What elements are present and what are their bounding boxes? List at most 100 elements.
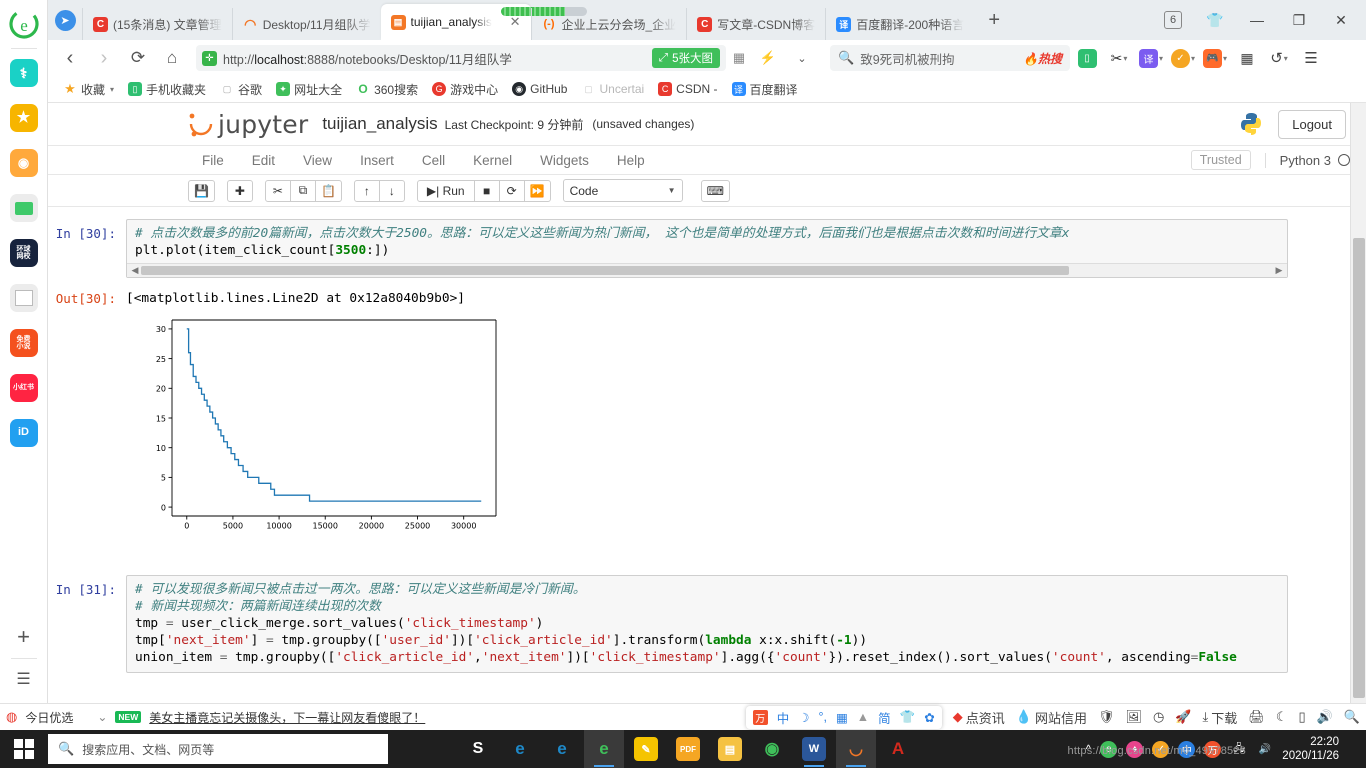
game-tool-icon[interactable]: 🎮 ▾	[1200, 43, 1230, 73]
insert-cell-button[interactable]: ✚	[226, 179, 253, 202]
ime-keyboard-icon[interactable]: ▦	[836, 710, 848, 725]
ime-user-icon[interactable]: ▲	[857, 710, 869, 724]
bookmark-mobile[interactable]: ▯ 手机收藏夹	[123, 79, 211, 100]
shield-icon[interactable]: 🛡	[1098, 709, 1115, 725]
bookmark-hao123[interactable]: ✦ 网址大全	[271, 79, 347, 100]
taskbar-app-wechat[interactable]: ◉	[752, 730, 792, 768]
ime-skin-icon[interactable]: 👕	[900, 710, 916, 725]
tab-counter[interactable]: 6	[1152, 0, 1194, 40]
add-sidebar-item-button[interactable]: +	[17, 624, 30, 650]
sidebar-item-weibo[interactable]: ◉	[9, 149, 38, 177]
ime-moon-icon[interactable]: ☽	[798, 710, 809, 725]
code-editor-2[interactable]: # 可以发现很多新闻只被点击过一两次。思路：可以定义这些新闻是冷门新闻。 # 新…	[126, 575, 1288, 673]
forward-icon[interactable]: ›	[88, 43, 120, 73]
restart-kernel-button[interactable]: ⟳	[498, 179, 525, 202]
tray-volume-icon[interactable]: 🔊	[1256, 741, 1273, 758]
taskbar-app-360browser[interactable]: e	[584, 730, 624, 768]
sidebar-item-word[interactable]	[9, 284, 38, 312]
bookmark-uncertainty[interactable]: ▢ Uncertai	[576, 80, 649, 98]
taskbar-app-editor[interactable]: ✎	[626, 730, 666, 768]
browser-tab-2-active[interactable]: ▤ tuijian_analysis ✕	[380, 4, 587, 40]
tab-nav-button[interactable]: ➤	[48, 0, 82, 40]
menu-view[interactable]: View	[289, 153, 346, 168]
taskbar-app-word[interactable]: W	[794, 730, 834, 768]
moon-icon[interactable]: ☾	[1276, 709, 1288, 725]
minimize-button[interactable]: —	[1236, 0, 1278, 40]
close-window-button[interactable]: ✕	[1320, 0, 1362, 40]
interrupt-kernel-button[interactable]: ■	[473, 179, 500, 202]
lightning-icon[interactable]: ⚡	[752, 43, 784, 73]
notebook-name[interactable]: tuijian_analysis	[322, 114, 437, 134]
sound-icon[interactable]: 🔊	[1317, 709, 1333, 725]
bookmark-360search[interactable]: O 360搜索	[351, 79, 423, 100]
maximize-button[interactable]: ❐	[1278, 0, 1320, 40]
website-credit-item[interactable]: 💧 网站信用	[1016, 708, 1087, 727]
news-headline-link[interactable]: 美女主播竟忘记关摄像头，下一幕让网友看傻眼了！	[149, 709, 425, 726]
sidebar-item-wangxiao[interactable]: 环球 网校	[9, 239, 38, 267]
menu-widgets[interactable]: Widgets	[526, 153, 603, 168]
sidebar-item-novel[interactable]: 免费 小说	[9, 329, 38, 357]
browser-tab-1[interactable]: ◠ Desktop/11月组队学	[231, 8, 381, 40]
command-palette-button[interactable]: ⌨	[700, 179, 730, 202]
scroll-left-icon[interactable]: ◀	[129, 265, 141, 276]
save-button[interactable]: 💾	[188, 179, 215, 202]
bookmark-csdn[interactable]: C CSDN -	[653, 80, 722, 98]
taskbar-clock[interactable]: 22:20 2020/11/26	[1282, 735, 1343, 763]
trusted-badge[interactable]: Trusted	[1190, 150, 1251, 170]
book-icon[interactable]: ▯	[1072, 43, 1102, 73]
sidebar-list-icon[interactable]: ☰	[16, 669, 30, 689]
bookmark-game-center[interactable]: G 游戏中心	[427, 79, 503, 100]
expand-chevron-icon[interactable]: ⌄	[97, 710, 107, 724]
menu-help[interactable]: Help	[603, 153, 659, 168]
taskbar-app-s[interactable]: S	[458, 730, 498, 768]
apps-grid-icon[interactable]: ▦	[1232, 43, 1262, 73]
browser-tab-0[interactable]: C (15条消息) 文章管理	[82, 8, 232, 40]
scroll-track[interactable]	[141, 266, 1273, 275]
search-icon[interactable]: 🔍	[1344, 709, 1360, 725]
ime-mode-button[interactable]: 中	[777, 708, 790, 727]
browser-tab-3[interactable]: (-) 企业上云分会场_企业	[530, 8, 687, 40]
speed-icon[interactable]: ◷	[1153, 709, 1164, 725]
sidebar-item-xiaohongshu[interactable]: 小红书	[9, 374, 38, 402]
code-editor[interactable]: # 点击次数最多的前20篇新闻，点击次数大于2500。思路：可以定义这些新闻为热…	[126, 219, 1288, 278]
translate-icon[interactable]: 译 ▾	[1136, 43, 1166, 73]
address-bar[interactable]: ✛ http://localhost:8888/notebooks/Deskto…	[196, 45, 726, 71]
cut-button[interactable]: ✂	[264, 179, 291, 202]
sidebar-item-lanxiong[interactable]: ⚕	[9, 59, 38, 87]
restart-run-all-button[interactable]: ⏩	[523, 179, 551, 202]
taskbar-app-explorer[interactable]: ▤	[710, 730, 750, 768]
back-icon[interactable]: ‹	[54, 43, 86, 73]
taskbar-app-jupyter[interactable]: ◡	[836, 730, 876, 768]
download-item[interactable]: ⤓ 下载	[1203, 708, 1238, 727]
taskbar-app-ie[interactable]: e	[542, 730, 582, 768]
menu-cell[interactable]: Cell	[408, 153, 459, 168]
jupyter-logo[interactable]: jupyter	[188, 110, 308, 139]
start-button[interactable]	[0, 730, 48, 768]
new-tab-button[interactable]: +	[974, 0, 1014, 40]
sidebar-item-mail[interactable]	[9, 194, 38, 222]
skin-icon[interactable]: 👕	[1194, 0, 1236, 40]
shield-tool-icon[interactable]: ✓ ▾	[1168, 43, 1198, 73]
kernel-indicator[interactable]: Python 3	[1264, 152, 1350, 168]
menu-edit[interactable]: Edit	[238, 153, 289, 168]
rocket-icon[interactable]: 🚀	[1175, 709, 1191, 725]
logout-button[interactable]: Logout	[1278, 109, 1346, 139]
ime-punctuation-icon[interactable]: °,	[819, 710, 827, 724]
menu-insert[interactable]: Insert	[346, 153, 408, 168]
bookmark-google[interactable]: ▢ 谷歌	[215, 79, 267, 100]
qr-code-icon[interactable]: ▦	[728, 50, 750, 66]
taskbar-app-acrobat[interactable]: A	[878, 730, 918, 768]
show-desktop-button[interactable]	[1352, 742, 1358, 756]
run-button[interactable]: ▶| Run	[416, 179, 475, 202]
move-cell-down-button[interactable]: ↓	[378, 179, 405, 202]
bookmark-baidu-fanyi[interactable]: 译 百度翻译	[727, 79, 803, 100]
reload-icon[interactable]: ⟳	[122, 43, 154, 73]
bookmark-favorites[interactable]: ★ 收藏 ▾	[58, 79, 119, 100]
print-icon[interactable]: 🖨	[1248, 709, 1265, 725]
taskbar-app-ie-new[interactable]: e	[500, 730, 540, 768]
chevron-down-icon[interactable]: ▾	[110, 85, 114, 94]
browser-tab-4[interactable]: C 写文章-CSDN博客	[686, 8, 825, 40]
page-scroll-thumb[interactable]	[1353, 238, 1365, 698]
close-icon[interactable]: ✕	[502, 14, 521, 30]
ime-toolbar[interactable]: 万 中 ☽ °, ▦ ▲ 简 👕 ✿	[745, 705, 942, 729]
